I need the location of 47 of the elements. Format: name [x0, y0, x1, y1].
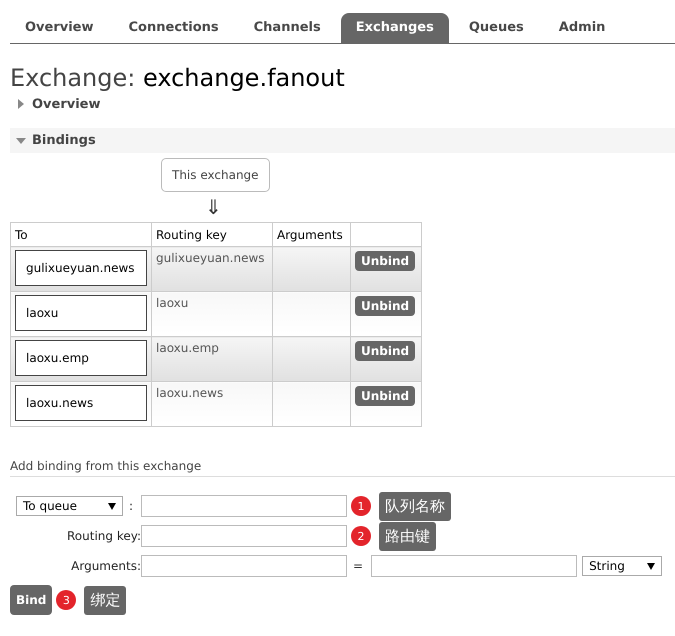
destination-select[interactable]: To queue [16, 496, 123, 516]
section-heading: Add binding from this exchange [10, 459, 675, 477]
source-box: This exchange [161, 158, 270, 192]
unbind-button[interactable]: Unbind [355, 341, 416, 361]
table-cell: laoxu.emp [152, 336, 272, 382]
queue-link[interactable]: gulixueyuan.news [15, 250, 147, 286]
colon-label: : [129, 499, 134, 513]
section-header[interactable]: Bindings [10, 128, 675, 153]
unbind-button[interactable]: Unbind [355, 296, 416, 316]
callout: 绑定 [84, 586, 126, 614]
step-badge: 3 [56, 590, 76, 610]
argument-key-field[interactable] [141, 555, 347, 577]
expand-icon [16, 99, 26, 109]
queue-name-field[interactable] [141, 495, 347, 517]
page-title: Exchange: exchange.fanout [10, 64, 346, 92]
flow-arrow: ⇓ [205, 194, 222, 220]
queue-link[interactable]: laoxu [15, 295, 147, 331]
argument-value-field[interactable] [371, 555, 578, 577]
nav-tab[interactable]: Exchanges [340, 13, 449, 43]
queue-link[interactable]: laoxu.emp [15, 340, 147, 376]
nav-tab[interactable]: Overview [10, 13, 109, 43]
section-header[interactable]: Overview [10, 92, 675, 116]
callout: 队列名称 [379, 492, 451, 520]
bind-button[interactable]: Bind [10, 585, 52, 615]
field-label: Arguments: [71, 559, 141, 573]
table-cell: gulixueyuan.news [152, 246, 272, 292]
unbind-button[interactable]: Unbind [355, 386, 416, 406]
callout: 路由键 [379, 522, 436, 550]
unbind-button[interactable]: Unbind [355, 251, 416, 271]
type-select[interactable]: String [582, 556, 662, 576]
column-header: To [10, 222, 152, 246]
nav-tab[interactable]: Admin [544, 13, 620, 43]
table-cell: laoxu.news [152, 382, 272, 426]
nav-tab[interactable]: Queues [454, 13, 539, 43]
caret-icon [108, 502, 116, 510]
expand-icon [16, 136, 26, 146]
nav-tab[interactable]: Channels [238, 13, 336, 43]
field-label: Routing key: [67, 529, 141, 543]
step-badge: 1 [351, 496, 371, 516]
table-cell: laoxu [152, 292, 272, 336]
queue-link[interactable]: laoxu.news [15, 385, 147, 421]
column-header: Routing key [152, 222, 272, 246]
routing-key-field[interactable] [141, 525, 347, 547]
nav-tab[interactable]: Connections [114, 13, 234, 43]
caret-icon [647, 562, 656, 570]
equals-sign: = [353, 559, 364, 573]
step-badge: 2 [351, 526, 371, 546]
